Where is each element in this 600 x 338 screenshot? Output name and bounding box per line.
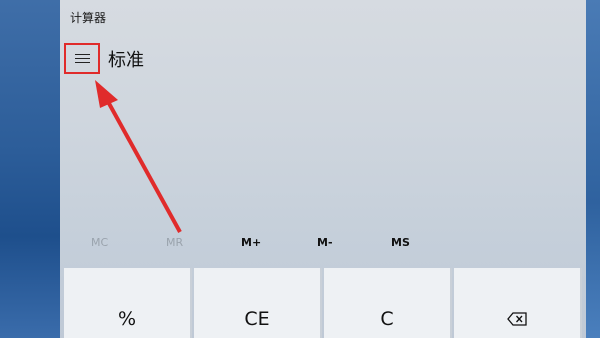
clear-entry-label: CE (244, 308, 270, 330)
percent-button[interactable]: % (64, 268, 192, 338)
annotation-highlight-box (64, 43, 100, 74)
percent-label: % (117, 308, 137, 330)
clear-entry-button[interactable]: CE (194, 268, 322, 338)
memory-recall-button[interactable]: MR (166, 236, 183, 249)
calculator-mode-title: 标准 (108, 50, 144, 71)
clear-label: C (380, 308, 394, 330)
desktop-background-left (0, 0, 60, 338)
calculator-window: 计算器 标准 MC MR M+ M- MS % CE C (60, 0, 586, 338)
memory-controls: MC MR M+ M- MS (60, 236, 586, 256)
keypad-row: % CE C (60, 268, 586, 338)
clear-button[interactable]: C (324, 268, 452, 338)
desktop-background-right (586, 0, 600, 338)
backspace-icon (507, 312, 527, 326)
backspace-button[interactable] (454, 268, 582, 338)
window-title: 计算器 (70, 11, 107, 25)
memory-subtract-button[interactable]: M- (317, 236, 333, 249)
memory-store-button[interactable]: MS (391, 236, 410, 249)
memory-clear-button[interactable]: MC (91, 236, 108, 249)
memory-add-button[interactable]: M+ (241, 236, 261, 249)
